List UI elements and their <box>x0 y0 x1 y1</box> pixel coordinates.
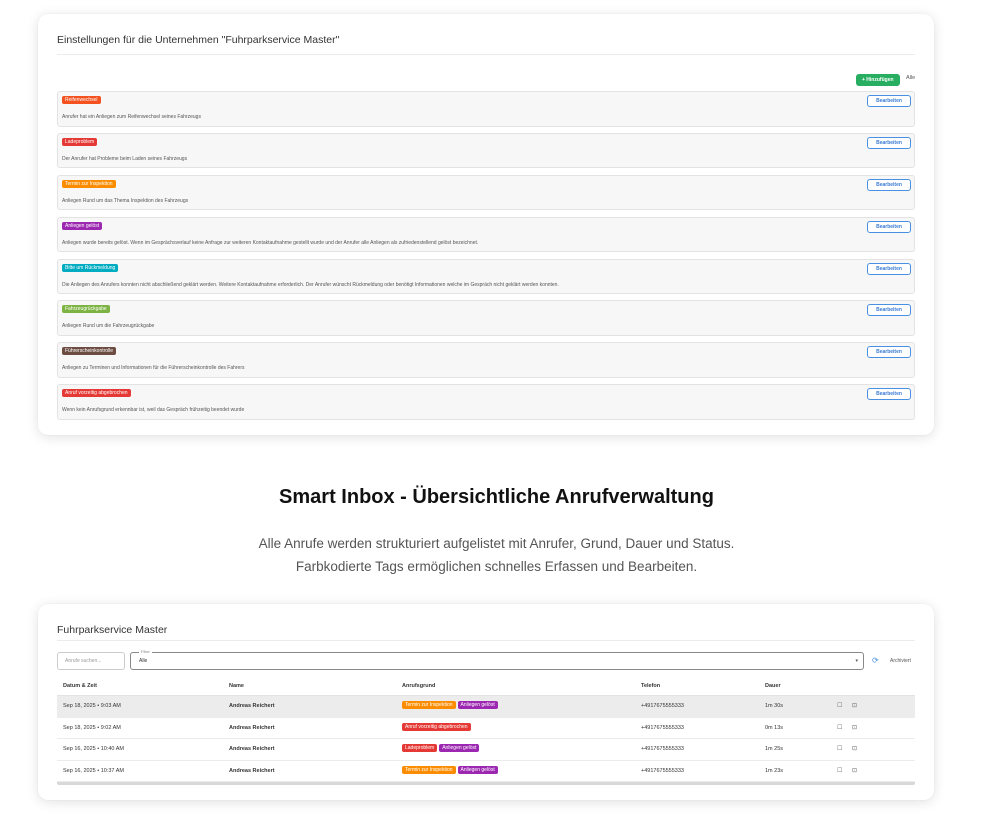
table-row[interactable]: Sep 16, 2025 • 10:40 AM Andreas Reichert L… <box>57 739 915 761</box>
table-row[interactable]: Sep 16, 2025 • 10:37 AM Andreas Reichert T… <box>57 761 915 782</box>
col-header-name[interactable]: Name <box>229 683 244 689</box>
col-header-phone[interactable]: Telefon <box>641 683 660 689</box>
divider <box>57 640 915 641</box>
col-header-duration[interactable]: Dauer <box>765 683 781 689</box>
reason-item: Reifenwechsel Anrufer hat ein Anliegen zu… <box>57 91 915 127</box>
filter-select[interactable]: Filter Alle ▾ <box>130 649 864 670</box>
cell-duration: 1m 23s <box>765 767 784 774</box>
all-link[interactable]: Alle <box>906 75 915 81</box>
table-footer-bar <box>57 782 915 785</box>
cell-name: Andreas Reichert <box>229 724 275 731</box>
cell-date: Sep 16, 2025 • 10:40 AM <box>63 746 124 752</box>
archive-icon[interactable]: ⊡ <box>852 702 857 709</box>
filter-label: Filter <box>139 649 152 654</box>
edit-button[interactable]: Bearbeiten <box>867 178 911 191</box>
table-row[interactable]: Sep 18, 2025 • 9:02 AM Andreas Reichert An… <box>57 718 915 739</box>
reason-tag: Reifenwechsel <box>62 96 101 104</box>
cell-reason: Termin zur Inspektion Anliegen gelöst <box>402 701 500 709</box>
reason-description: Die Anliegen des Anrufers konnten nicht … <box>62 281 559 288</box>
checkbox-icon[interactable]: ☐ <box>837 702 842 709</box>
cell-phone: +4917675555333 <box>641 746 684 752</box>
checkbox-icon[interactable]: ☐ <box>837 767 842 774</box>
cell-name: Andreas Reichert <box>229 703 275 709</box>
cell-reason: Termin zur Inspektion Anliegen gelöst <box>402 765 500 774</box>
reason-tag: Anliegen gelöst <box>439 744 480 752</box>
cell-phone: +4917675555333 <box>641 767 684 774</box>
inbox-card: Fuhrparkservice Master Anrufe suchen... … <box>38 604 934 800</box>
reason-description: Wenn kein Anrufsgrund erkennbar ist, wei… <box>62 407 245 414</box>
cell-duration: 0m 13s <box>765 724 784 731</box>
cell-phone: +4917675555333 <box>641 703 684 709</box>
table-row[interactable]: Sep 18, 2025 • 9:03 AM Andreas Reichert Te… <box>57 696 915 718</box>
section-subtitle-line1: Alle Anrufe werden strukturiert aufgelis… <box>258 536 735 551</box>
cell-name: Andreas Reichert <box>229 746 275 752</box>
edit-button[interactable]: Bearbeiten <box>867 95 911 107</box>
reason-item: Fahrzeugrückgabe Anliegen Rund um die Fah… <box>57 300 915 336</box>
section-subtitle-line2: Farbkodierte Tags ermöglichen schnelles … <box>295 559 698 574</box>
inbox-title: Fuhrparkservice Master <box>57 624 168 636</box>
checkbox-icon[interactable]: ☐ <box>837 724 842 731</box>
archive-icon[interactable]: ⊡ <box>852 767 857 774</box>
cell-reason: Anruf vorzeitig abgebrochen <box>402 722 473 731</box>
cell-date: Sep 16, 2025 • 10:37 AM <box>63 767 124 774</box>
cell-name: Andreas Reichert <box>229 767 275 774</box>
reason-tag: Anliegen gelöst <box>62 221 103 230</box>
reason-item: Termin zur Inspektion Anliegen Rund um da… <box>57 174 915 211</box>
reason-description: Anliegen zu Terminen und Informationen f… <box>62 365 245 372</box>
chevron-down-icon: ▾ <box>855 658 858 664</box>
cell-duration: 1m 30s <box>765 703 784 709</box>
settings-title: Einstellungen für die Unternehmen "Fuhrp… <box>57 34 340 46</box>
reason-tag: Anliegen gelöst <box>457 765 498 774</box>
cell-date: Sep 18, 2025 • 9:03 AM <box>63 703 121 709</box>
cell-phone: +4917675555333 <box>641 724 684 731</box>
cell-duration: 1m 25s <box>765 746 784 752</box>
table-header: Datum & Zeit Name Anrufsgrund Telefon Da… <box>57 676 915 696</box>
reason-item: Anliegen gelöst Anliegen wurde bereits ge… <box>57 216 915 253</box>
reason-tag: Anruf vorzeitig abgebrochen <box>62 389 131 398</box>
reason-tag: Termin zur Inspektion <box>62 179 116 188</box>
cell-reason: Ladeproblem Anliegen gelöst <box>402 744 481 752</box>
filter-value: Alle <box>139 658 148 664</box>
checkbox-icon[interactable]: ☐ <box>837 745 842 752</box>
reason-tag: Führerscheinkontrolle <box>62 347 117 356</box>
archive-icon[interactable]: ⊡ <box>852 745 857 752</box>
refresh-icon[interactable]: ⟳ <box>872 656 882 666</box>
edit-button[interactable]: Bearbeiten <box>867 304 911 317</box>
edit-button[interactable]: Bearbeiten <box>867 262 911 275</box>
search-input[interactable]: Anrufe suchen... <box>57 652 125 670</box>
reason-description: Anliegen Rund um die Fahrzeugrückgabe <box>62 323 155 330</box>
reason-item: Anruf vorzeitig abgebrochen Wenn kein Anr… <box>57 384 915 420</box>
reason-item: Ladeproblem Der Anrufer hat Probleme beim… <box>57 132 915 169</box>
reason-tag: Termin zur Inspektion <box>402 701 456 709</box>
reason-tag: Termin zur Inspektion <box>402 765 456 774</box>
col-header-reason[interactable]: Anrufsgrund <box>402 683 435 689</box>
divider <box>57 54 915 55</box>
reason-description: Anrufer hat ein Anliegen zum Reifenwechs… <box>62 114 201 120</box>
section-heading: Smart Inbox - Übersichtliche Anrufverwal… <box>279 486 714 508</box>
edit-button[interactable]: Bearbeiten <box>867 388 911 401</box>
cell-date: Sep 18, 2025 • 9:02 AM <box>63 724 121 731</box>
reason-tag: Bitte um Rückmeldung <box>62 263 119 272</box>
reason-description: Anliegen wurde bereits gelöst. Wenn im G… <box>62 239 479 246</box>
edit-button[interactable]: Bearbeiten <box>867 220 911 233</box>
reason-tag: Fahrzeugrückgabe <box>62 305 110 314</box>
settings-card: Einstellungen für die Unternehmen "Fuhrp… <box>38 14 934 435</box>
reason-description: Der Anrufer hat Probleme beim Laden sein… <box>62 155 188 162</box>
archive-toggle[interactable]: Archiviert <box>890 658 911 664</box>
calls-table: Datum & Zeit Name Anrufsgrund Telefon Da… <box>57 676 915 785</box>
edit-button[interactable]: Bearbeiten <box>867 346 911 359</box>
edit-button[interactable]: Bearbeiten <box>867 136 911 149</box>
reason-item: Bitte um Rückmeldung Die Anliegen des Anr… <box>57 258 915 295</box>
reason-list: Reifenwechsel Anrufer hat ein Anliegen zu… <box>57 91 915 426</box>
reason-tag: Ladeproblem <box>62 137 98 146</box>
archive-icon[interactable]: ⊡ <box>852 724 857 731</box>
reason-description: Anliegen Rund um das Thema Inspektion de… <box>62 197 189 204</box>
reason-tag: Anruf vorzeitig abgebrochen <box>402 722 471 731</box>
col-header-date[interactable]: Datum & Zeit <box>63 683 97 689</box>
reason-tag: Ladeproblem <box>402 744 438 752</box>
table-body: Sep 18, 2025 • 9:03 AM Andreas Reichert Te… <box>57 696 915 782</box>
add-button[interactable]: + Hinzufügen <box>856 74 900 86</box>
reason-item: Führerscheinkontrolle Anliegen zu Termine… <box>57 342 915 378</box>
reason-tag: Anliegen gelöst <box>457 701 498 709</box>
